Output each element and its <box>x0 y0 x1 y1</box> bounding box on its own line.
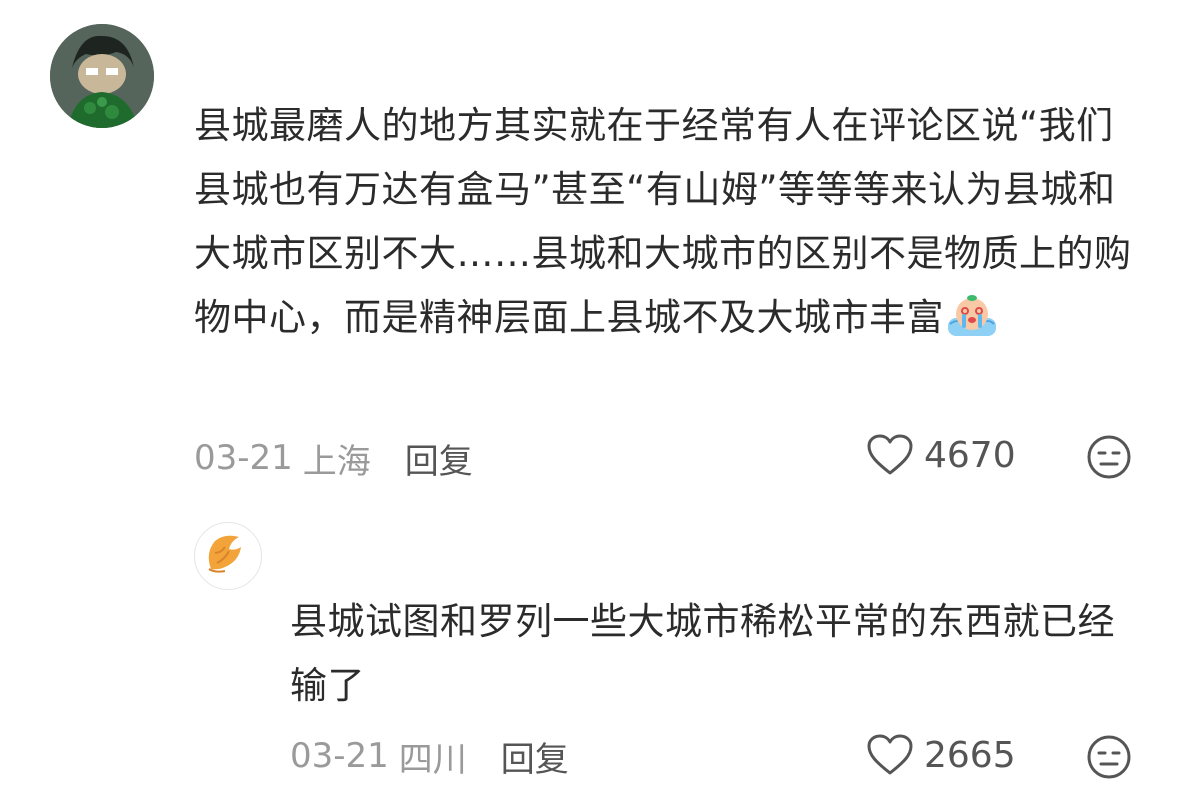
like-button[interactable]: 4670 <box>866 434 1016 476</box>
dislike-button[interactable] <box>1086 434 1132 480</box>
user-avatar-icon <box>50 24 154 128</box>
heart-icon <box>867 734 913 775</box>
comment-date: 03-21 <box>194 438 293 478</box>
reply-date: 03-21 <box>290 736 389 776</box>
reply-avatar[interactable] <box>194 522 262 590</box>
comment-meta: 03-21 上海 回复 <box>194 434 473 483</box>
meh-face-icon <box>1087 735 1131 779</box>
comment-text: 县城最磨人的地方其实就在于经常有人在评论区说“我们县城也有万达有盒马”甚至“有山… <box>194 94 1144 350</box>
user-avatar[interactable] <box>50 24 154 128</box>
reply-button[interactable]: 回复 <box>501 732 569 781</box>
croissant-avatar-icon <box>208 535 241 573</box>
reply-button[interactable]: 回复 <box>405 434 473 483</box>
reply-location: 四川 <box>398 739 467 780</box>
reply-text: 县城试图和罗列一些大城市稀松平常的东西就已经输了 <box>290 600 1115 707</box>
like-count: 2665 <box>924 734 1016 776</box>
comment-location: 上海 <box>302 441 371 482</box>
like-count: 4670 <box>924 434 1016 476</box>
dislike-button[interactable] <box>1086 734 1132 780</box>
crying-face-emoji-icon <box>944 292 1000 338</box>
like-button[interactable]: 2665 <box>866 734 1016 776</box>
heart-icon <box>867 434 913 475</box>
reply-meta: 03-21 四川 回复 <box>290 732 569 781</box>
meh-face-icon <box>1087 435 1131 479</box>
